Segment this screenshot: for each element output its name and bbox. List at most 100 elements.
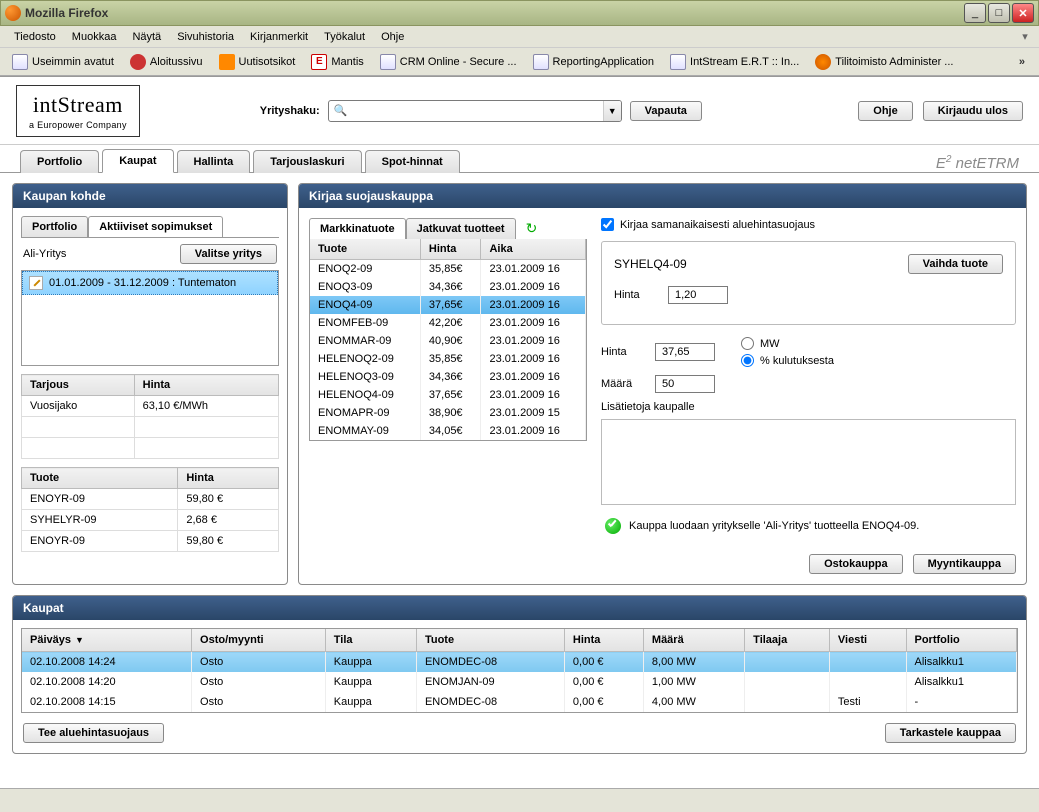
- table-row[interactable]: SYHELYR-092,68 €: [22, 510, 279, 531]
- bookmark-tilitoimisto[interactable]: Tilitoimisto Administer ...: [809, 52, 959, 72]
- col-header[interactable]: Portfolio: [906, 629, 1017, 652]
- close-button[interactable]: ✕: [1012, 3, 1034, 23]
- kaupan-kohde-panel: Kaupan kohde Portfolio Aktiiviset sopimu…: [12, 183, 288, 585]
- contracts-list[interactable]: 01.01.2009 - 31.12.2009 : Tuntematon: [21, 270, 279, 366]
- company-row: Ali-Yritys Valitse yritys: [21, 244, 279, 270]
- col-header[interactable]: Osto/myynti: [192, 629, 326, 652]
- maara-input[interactable]: [655, 375, 715, 393]
- notes-textarea[interactable]: [601, 419, 1016, 505]
- table-row[interactable]: HELENOQ3-0934,36€23.01.2009 16: [310, 368, 586, 386]
- bookmarks-overflow-icon[interactable]: »: [1011, 56, 1033, 68]
- col-header[interactable]: Tuote: [416, 629, 564, 652]
- col-header[interactable]: Tila: [325, 629, 416, 652]
- col-tuote[interactable]: Tuote: [310, 239, 420, 260]
- col-hinta[interactable]: Hinta: [420, 239, 481, 260]
- bookmark-uutisotsikot[interactable]: Uutisotsikot: [213, 52, 302, 72]
- table-row[interactable]: HELENOQ4-0937,65€23.01.2009 16: [310, 386, 586, 404]
- col-hinta[interactable]: Hinta: [134, 375, 278, 396]
- buy-button[interactable]: Ostokauppa: [809, 554, 903, 574]
- table-row[interactable]: ENOYR-0959,80 €: [22, 489, 279, 510]
- contract-item[interactable]: 01.01.2009 - 31.12.2009 : Tuntematon: [22, 271, 278, 295]
- table-row[interactable]: 02.10.2008 14:15OstoKauppaENOMDEC-080,00…: [22, 692, 1017, 712]
- menu-tiedosto[interactable]: Tiedosto: [6, 29, 64, 45]
- table-row[interactable]: ENOQ4-0937,65€23.01.2009 16: [310, 296, 586, 314]
- maximize-button[interactable]: □: [988, 3, 1010, 23]
- tab-tarjouslaskuri[interactable]: Tarjouslaskuri: [253, 150, 361, 173]
- hinta2-input[interactable]: [655, 343, 715, 361]
- col-aika[interactable]: Aika: [481, 239, 586, 260]
- make-hedge-button[interactable]: Tee aluehintasuojaus: [23, 723, 164, 743]
- help-button[interactable]: Ohje: [858, 101, 912, 121]
- bookmark-aloitussivu[interactable]: Aloitussivu: [124, 52, 209, 72]
- col-header[interactable]: Määrä: [643, 629, 744, 652]
- table-row[interactable]: ENOMMAY-0934,05€23.01.2009 16: [310, 422, 586, 440]
- app-topbar: intStream a Europower Company Yrityshaku…: [0, 77, 1039, 145]
- choose-company-button[interactable]: Valitse yritys: [180, 244, 277, 264]
- table-row[interactable]: ENOMFEB-0942,20€23.01.2009 16: [310, 314, 586, 332]
- subtab-portfolio[interactable]: Portfolio: [21, 216, 88, 237]
- table-row[interactable]: ENOMMAR-0940,90€23.01.2009 16: [310, 332, 586, 350]
- simultaneous-hedge-checkbox[interactable]: [601, 218, 614, 231]
- table-row[interactable]: ENOYR-0959,80 €: [22, 531, 279, 552]
- subtab-jatkuvat[interactable]: Jatkuvat tuotteet: [406, 218, 516, 239]
- menu-muokkaa[interactable]: Muokkaa: [64, 29, 125, 45]
- confirm-row: Kauppa luodaan yritykselle 'Ali-Yritys' …: [601, 508, 1016, 544]
- tab-portfolio[interactable]: Portfolio: [20, 150, 99, 173]
- menu-nayta[interactable]: Näytä: [124, 29, 169, 45]
- simultaneous-hedge-label: Kirjaa samanaikaisesti aluehintasuojaus: [620, 219, 815, 231]
- tab-hallinta[interactable]: Hallinta: [177, 150, 251, 173]
- unit-mw-radio[interactable]: [741, 337, 754, 350]
- bookmark-reporting[interactable]: ReportingApplication: [527, 52, 661, 72]
- col-hinta[interactable]: Hinta: [178, 468, 279, 489]
- titlebar: Mozilla Firefox _ □ ✕: [0, 0, 1039, 26]
- search-dropdown-icon[interactable]: ▼: [603, 101, 621, 121]
- menu-overflow-icon[interactable]: ▾: [1017, 29, 1033, 45]
- tab-spot-hinnat[interactable]: Spot-hinnat: [365, 150, 460, 173]
- company-search: Yrityshaku: 🔍 ▼ Vapauta: [260, 100, 702, 122]
- unit-pct-radio[interactable]: [741, 354, 754, 367]
- bug-icon: [130, 54, 146, 70]
- notes-label: Lisätietoja kaupalle: [601, 401, 1016, 413]
- subtab-markkinatuote[interactable]: Markkinatuote: [309, 218, 406, 239]
- col-tuote[interactable]: Tuote: [22, 468, 178, 489]
- right-column: Kirjaa suojauskauppa Markkinatuote Jatku…: [298, 183, 1027, 585]
- window-title: Mozilla Firefox: [25, 6, 964, 20]
- minimize-button[interactable]: _: [964, 3, 986, 23]
- bookmark-useimmin-avatut[interactable]: Useimmin avatut: [6, 52, 120, 72]
- bookmark-mantis[interactable]: EMantis: [305, 52, 369, 72]
- table-row[interactable]: Vuosijako 63,10 €/MWh: [22, 396, 279, 417]
- firefox-icon: [5, 5, 21, 21]
- doc-icon: [380, 54, 396, 70]
- col-header[interactable]: Päiväys▼: [22, 629, 192, 652]
- menu-kirjanmerkit[interactable]: Kirjanmerkit: [242, 29, 316, 45]
- search-input[interactable]: [353, 101, 603, 121]
- logout-button[interactable]: Kirjaudu ulos: [923, 101, 1023, 121]
- bookmark-crm[interactable]: CRM Online - Secure ...: [374, 52, 523, 72]
- menubar: Tiedosto Muokkaa Näytä Sivuhistoria Kirj…: [0, 26, 1039, 48]
- subtab-aktiiviset[interactable]: Aktiiviset sopimukset: [88, 216, 223, 237]
- menu-ohje[interactable]: Ohje: [373, 29, 412, 45]
- table-row[interactable]: ENOQ2-0935,85€23.01.2009 16: [310, 260, 586, 279]
- menu-sivuhistoria[interactable]: Sivuhistoria: [169, 29, 242, 45]
- col-header[interactable]: Tilaaja: [745, 629, 830, 652]
- table-row[interactable]: 02.10.2008 14:24OstoKauppaENOMDEC-080,00…: [22, 652, 1017, 673]
- unit-radio-group: MW % kulutuksesta: [741, 337, 834, 367]
- table-row[interactable]: ENOMAPR-0938,90€23.01.2009 15: [310, 404, 586, 422]
- col-header[interactable]: Viesti: [829, 629, 906, 652]
- view-trade-button[interactable]: Tarkastele kauppaa: [885, 723, 1016, 743]
- hinta-label-2: Hinta: [601, 346, 645, 358]
- tab-kaupat[interactable]: Kaupat: [102, 149, 173, 173]
- change-product-button[interactable]: Vaihda tuote: [908, 254, 1003, 274]
- refresh-icon[interactable]: ↻: [526, 220, 538, 237]
- table-row[interactable]: HELENOQ2-0935,85€23.01.2009 16: [310, 350, 586, 368]
- hinta1-input[interactable]: [668, 286, 728, 304]
- release-button[interactable]: Vapauta: [630, 101, 702, 121]
- bookmark-intstream[interactable]: IntStream E.R.T :: In...: [664, 52, 805, 72]
- table-row[interactable]: ENOQ3-0934,36€23.01.2009 16: [310, 278, 586, 296]
- menu-tyokalut[interactable]: Työkalut: [316, 29, 373, 45]
- table-row[interactable]: 02.10.2008 14:20OstoKauppaENOMJAN-090,00…: [22, 672, 1017, 692]
- sell-button[interactable]: Myyntikauppa: [913, 554, 1016, 574]
- col-header[interactable]: Hinta: [564, 629, 643, 652]
- main-tabs: Portfolio Kaupat Hallinta Tarjouslaskuri…: [0, 145, 1039, 173]
- col-tarjous[interactable]: Tarjous: [22, 375, 135, 396]
